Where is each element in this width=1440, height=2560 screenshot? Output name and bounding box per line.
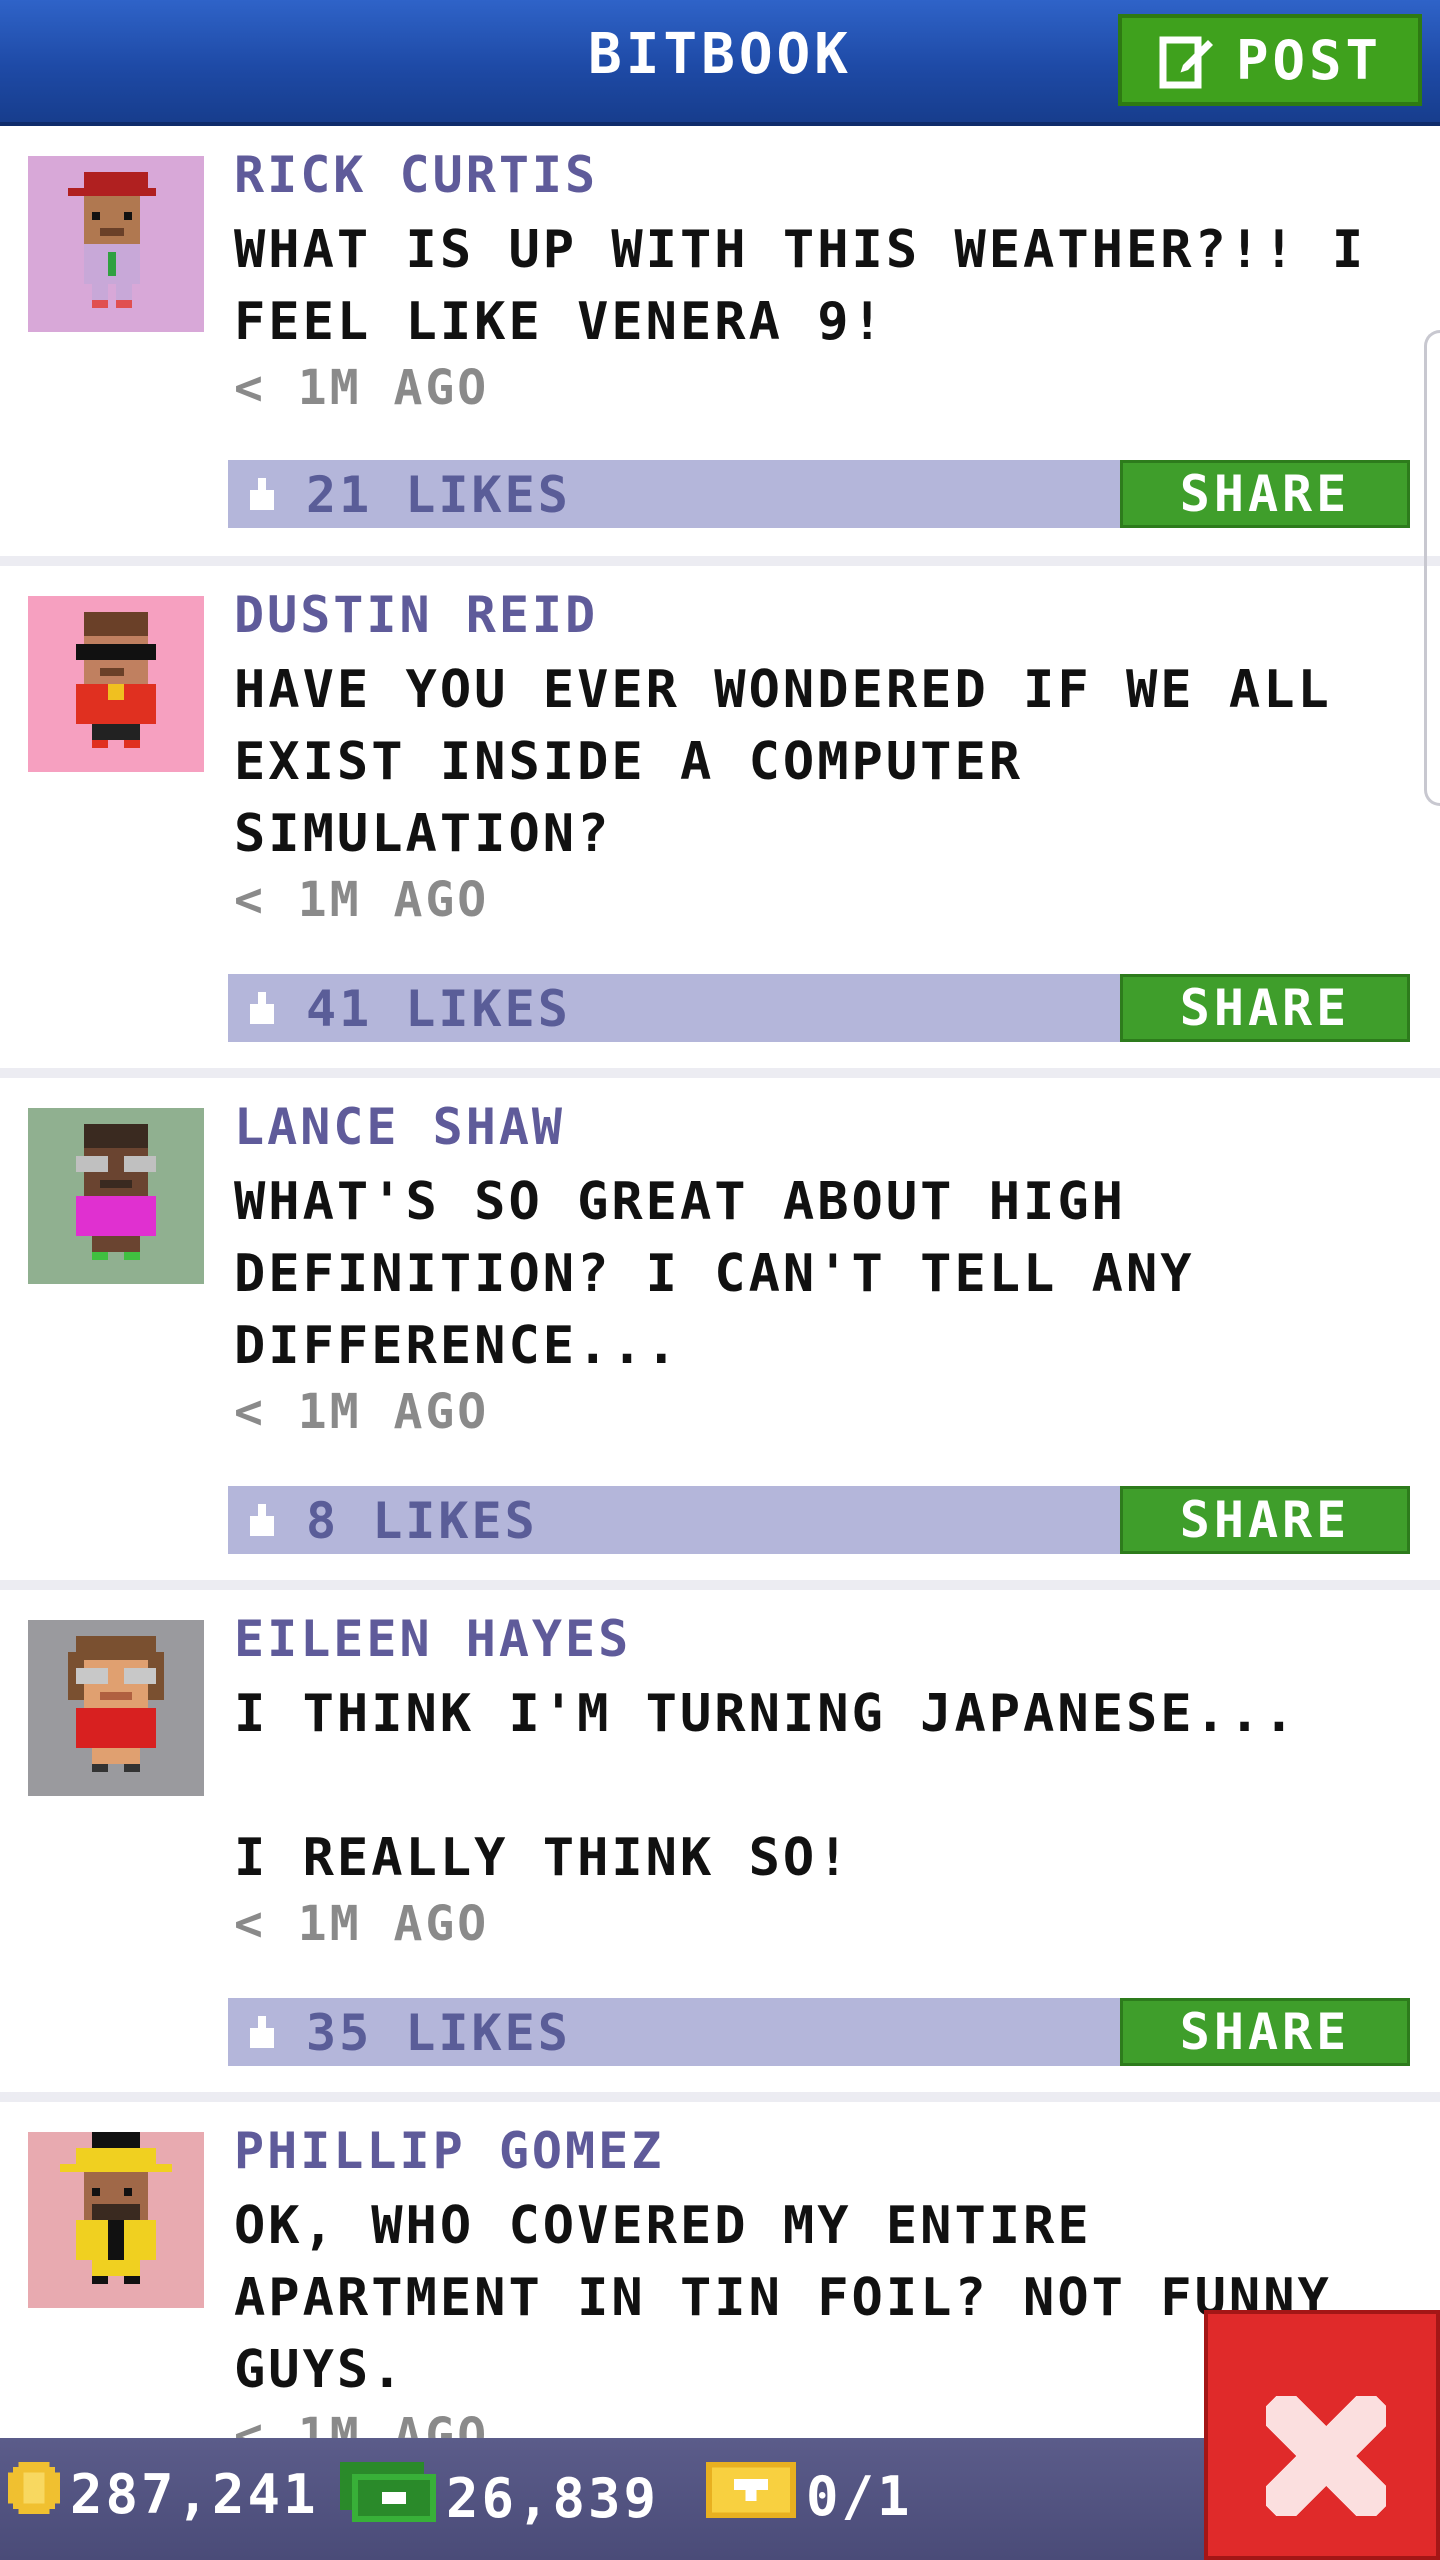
bitbook-screen: BITBOOK POST RICK CURTIS WHAT IS UP WITH… (0, 0, 1440, 2560)
like-bar: 35 LIKES SHARE (228, 1998, 1410, 2066)
post-divider (0, 556, 1440, 566)
post-text: I THINK I'M TURNING JAPANESE... I REALLY… (234, 1684, 1298, 1888)
feed-post: LANCE SHAW WHAT'S SO GREAT ABOUT HIGH DE… (0, 1078, 1440, 1580)
post-divider (0, 1068, 1440, 1078)
avatar (28, 156, 204, 332)
post-timestamp: < 1M AGO (234, 1896, 490, 1952)
thumbs-up-icon[interactable] (242, 474, 282, 518)
like-bar: 8 LIKES SHARE (228, 1486, 1410, 1554)
close-button[interactable] (1204, 2310, 1440, 2560)
thumbs-up-icon[interactable] (242, 988, 282, 1032)
like-count: 41 LIKES (306, 980, 571, 1038)
feed-post: EILEEN HAYES I THINK I'M TURNING JAPANES… (0, 1590, 1440, 2092)
post-button[interactable]: POST (1118, 14, 1422, 106)
feed-post: DUSTIN REID HAVE YOU EVER WONDERED IF WE… (0, 566, 1440, 1068)
like-count: 35 LIKES (306, 2004, 571, 2062)
like-count: 21 LIKES (306, 466, 571, 524)
like-bar: 41 LIKES SHARE (228, 974, 1410, 1042)
avatar (28, 1108, 204, 1284)
thumbs-up-icon[interactable] (242, 1500, 282, 1544)
post-timestamp: < 1M AGO (234, 360, 490, 416)
edit-icon (1158, 30, 1218, 90)
bux-value: 26,839 (446, 2467, 660, 2530)
post-author[interactable]: EILEEN HAYES (234, 1610, 631, 1668)
coins-value: 287,241 (70, 2463, 319, 2526)
coins-stat: 287,241 (8, 2462, 319, 2527)
post-button-label: POST (1235, 28, 1383, 92)
avatar (28, 596, 204, 772)
post-text: HAVE YOU EVER WONDERED IF WE ALL EXIST I… (234, 660, 1332, 864)
tickets-value: 0/1 (806, 2465, 913, 2528)
like-bar: 21 LIKES SHARE (228, 460, 1410, 528)
post-timestamp: < 1M AGO (234, 872, 490, 928)
avatar (28, 2132, 204, 2308)
post-timestamp: < 1M AGO (234, 1384, 490, 1440)
post-divider (0, 1580, 1440, 1590)
post-author[interactable]: LANCE SHAW (234, 1098, 565, 1156)
post-text: WHAT'S SO GREAT ABOUT HIGH DEFINITION? I… (234, 1172, 1195, 1376)
scrollbar[interactable] (1424, 330, 1440, 806)
ticket-icon (706, 2462, 796, 2531)
header-bar: BITBOOK POST (0, 0, 1440, 126)
post-author[interactable]: DUSTIN REID (234, 586, 598, 644)
thumbs-up-icon[interactable] (242, 2012, 282, 2056)
share-button[interactable]: SHARE (1120, 1998, 1410, 2066)
feed-post: RICK CURTIS WHAT IS UP WITH THIS WEATHER… (0, 126, 1440, 556)
post-author[interactable]: RICK CURTIS (234, 146, 598, 204)
share-button[interactable]: SHARE (1120, 974, 1410, 1042)
bux-icon (340, 2462, 436, 2535)
coin-icon (8, 2462, 60, 2527)
post-divider (0, 2092, 1440, 2102)
bux-stat: 26,839 (340, 2462, 659, 2535)
post-text: WHAT IS UP WITH THIS WEATHER?!! I FEEL L… (234, 220, 1367, 352)
avatar (28, 1620, 204, 1796)
like-count: 8 LIKES (306, 1492, 538, 1550)
share-button[interactable]: SHARE (1120, 1486, 1410, 1554)
tickets-stat: 0/1 (706, 2462, 913, 2531)
share-button[interactable]: SHARE (1120, 460, 1410, 528)
post-author[interactable]: PHILLIP GOMEZ (234, 2122, 664, 2180)
